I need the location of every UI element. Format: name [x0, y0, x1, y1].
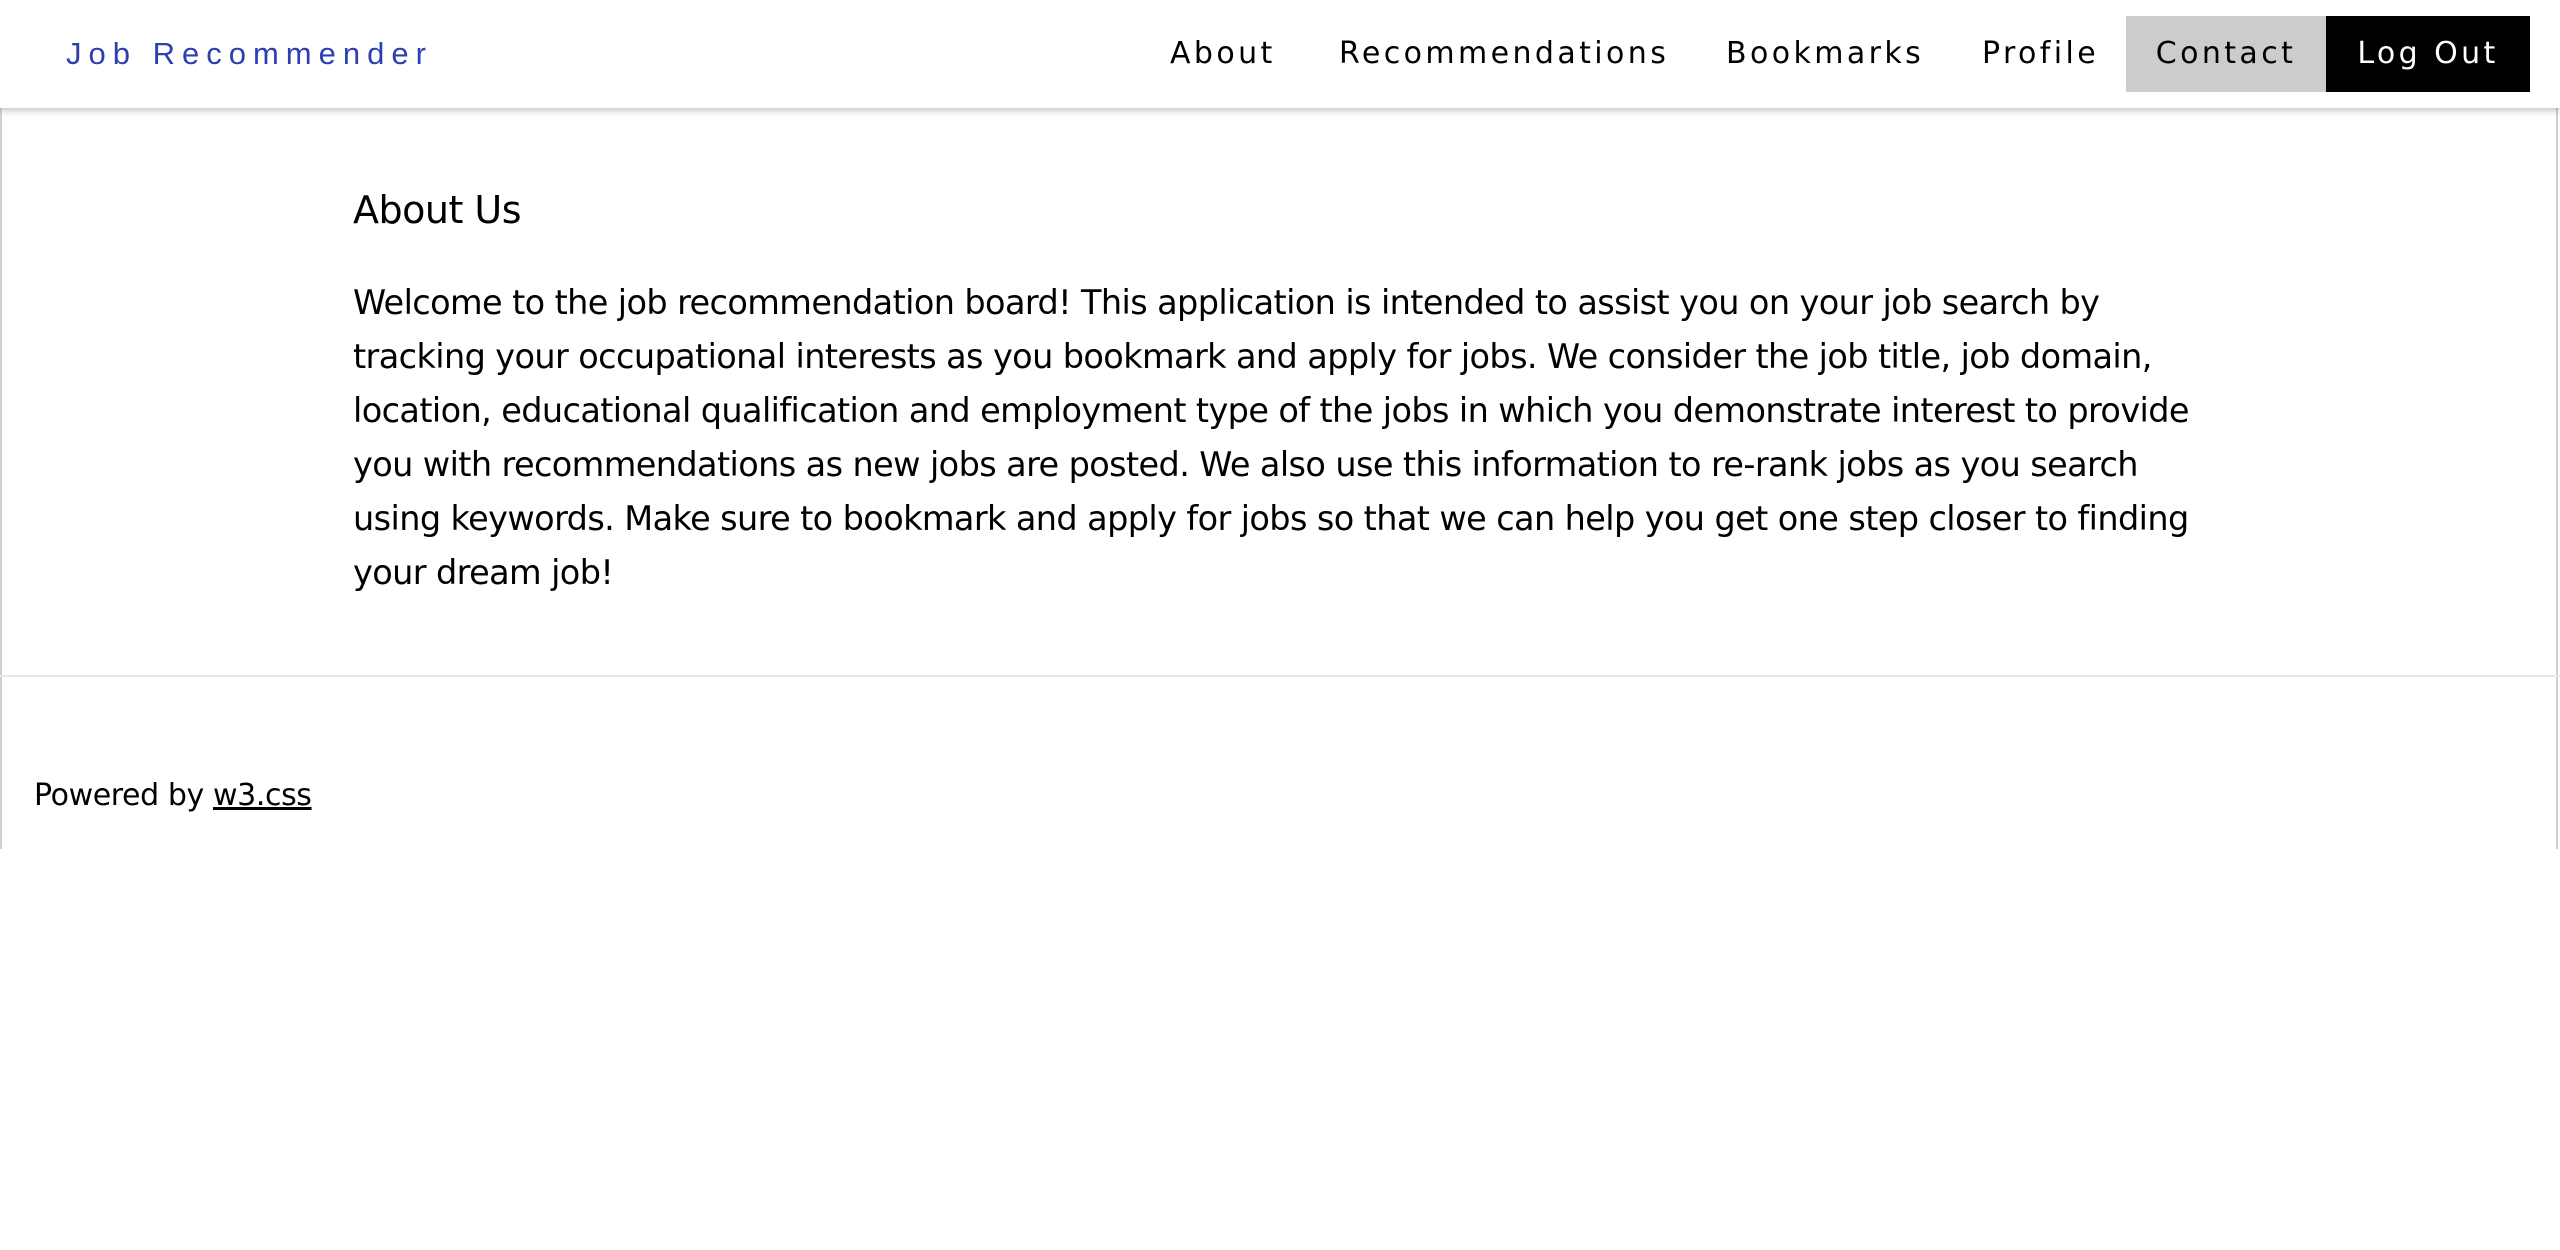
top-navbar: Job Recommender About Recommendations Bo…	[0, 0, 2560, 108]
brand-link[interactable]: Job Recommender	[66, 30, 433, 78]
logout-button[interactable]: Log Out	[2326, 16, 2530, 92]
footer-divider	[0, 675, 2560, 677]
about-section: About Us Welcome to the job recommendati…	[353, 180, 2203, 592]
nav-link-contact[interactable]: Contact	[2126, 16, 2326, 92]
nav-link-profile[interactable]: Profile	[1982, 16, 2099, 92]
w3css-link[interactable]: w3.css	[213, 778, 312, 813]
about-body-text: Welcome to the job recommendation board!…	[353, 283, 2190, 592]
nav-link-about[interactable]: About	[1170, 16, 1276, 92]
about-heading: About Us	[353, 188, 522, 232]
nav-link-recommendations[interactable]: Recommendations	[1339, 16, 1669, 92]
footer-powered-by-text: Powered by	[34, 778, 214, 813]
footer: Powered by w3.css	[34, 774, 312, 818]
nav-link-bookmarks[interactable]: Bookmarks	[1726, 16, 1924, 92]
